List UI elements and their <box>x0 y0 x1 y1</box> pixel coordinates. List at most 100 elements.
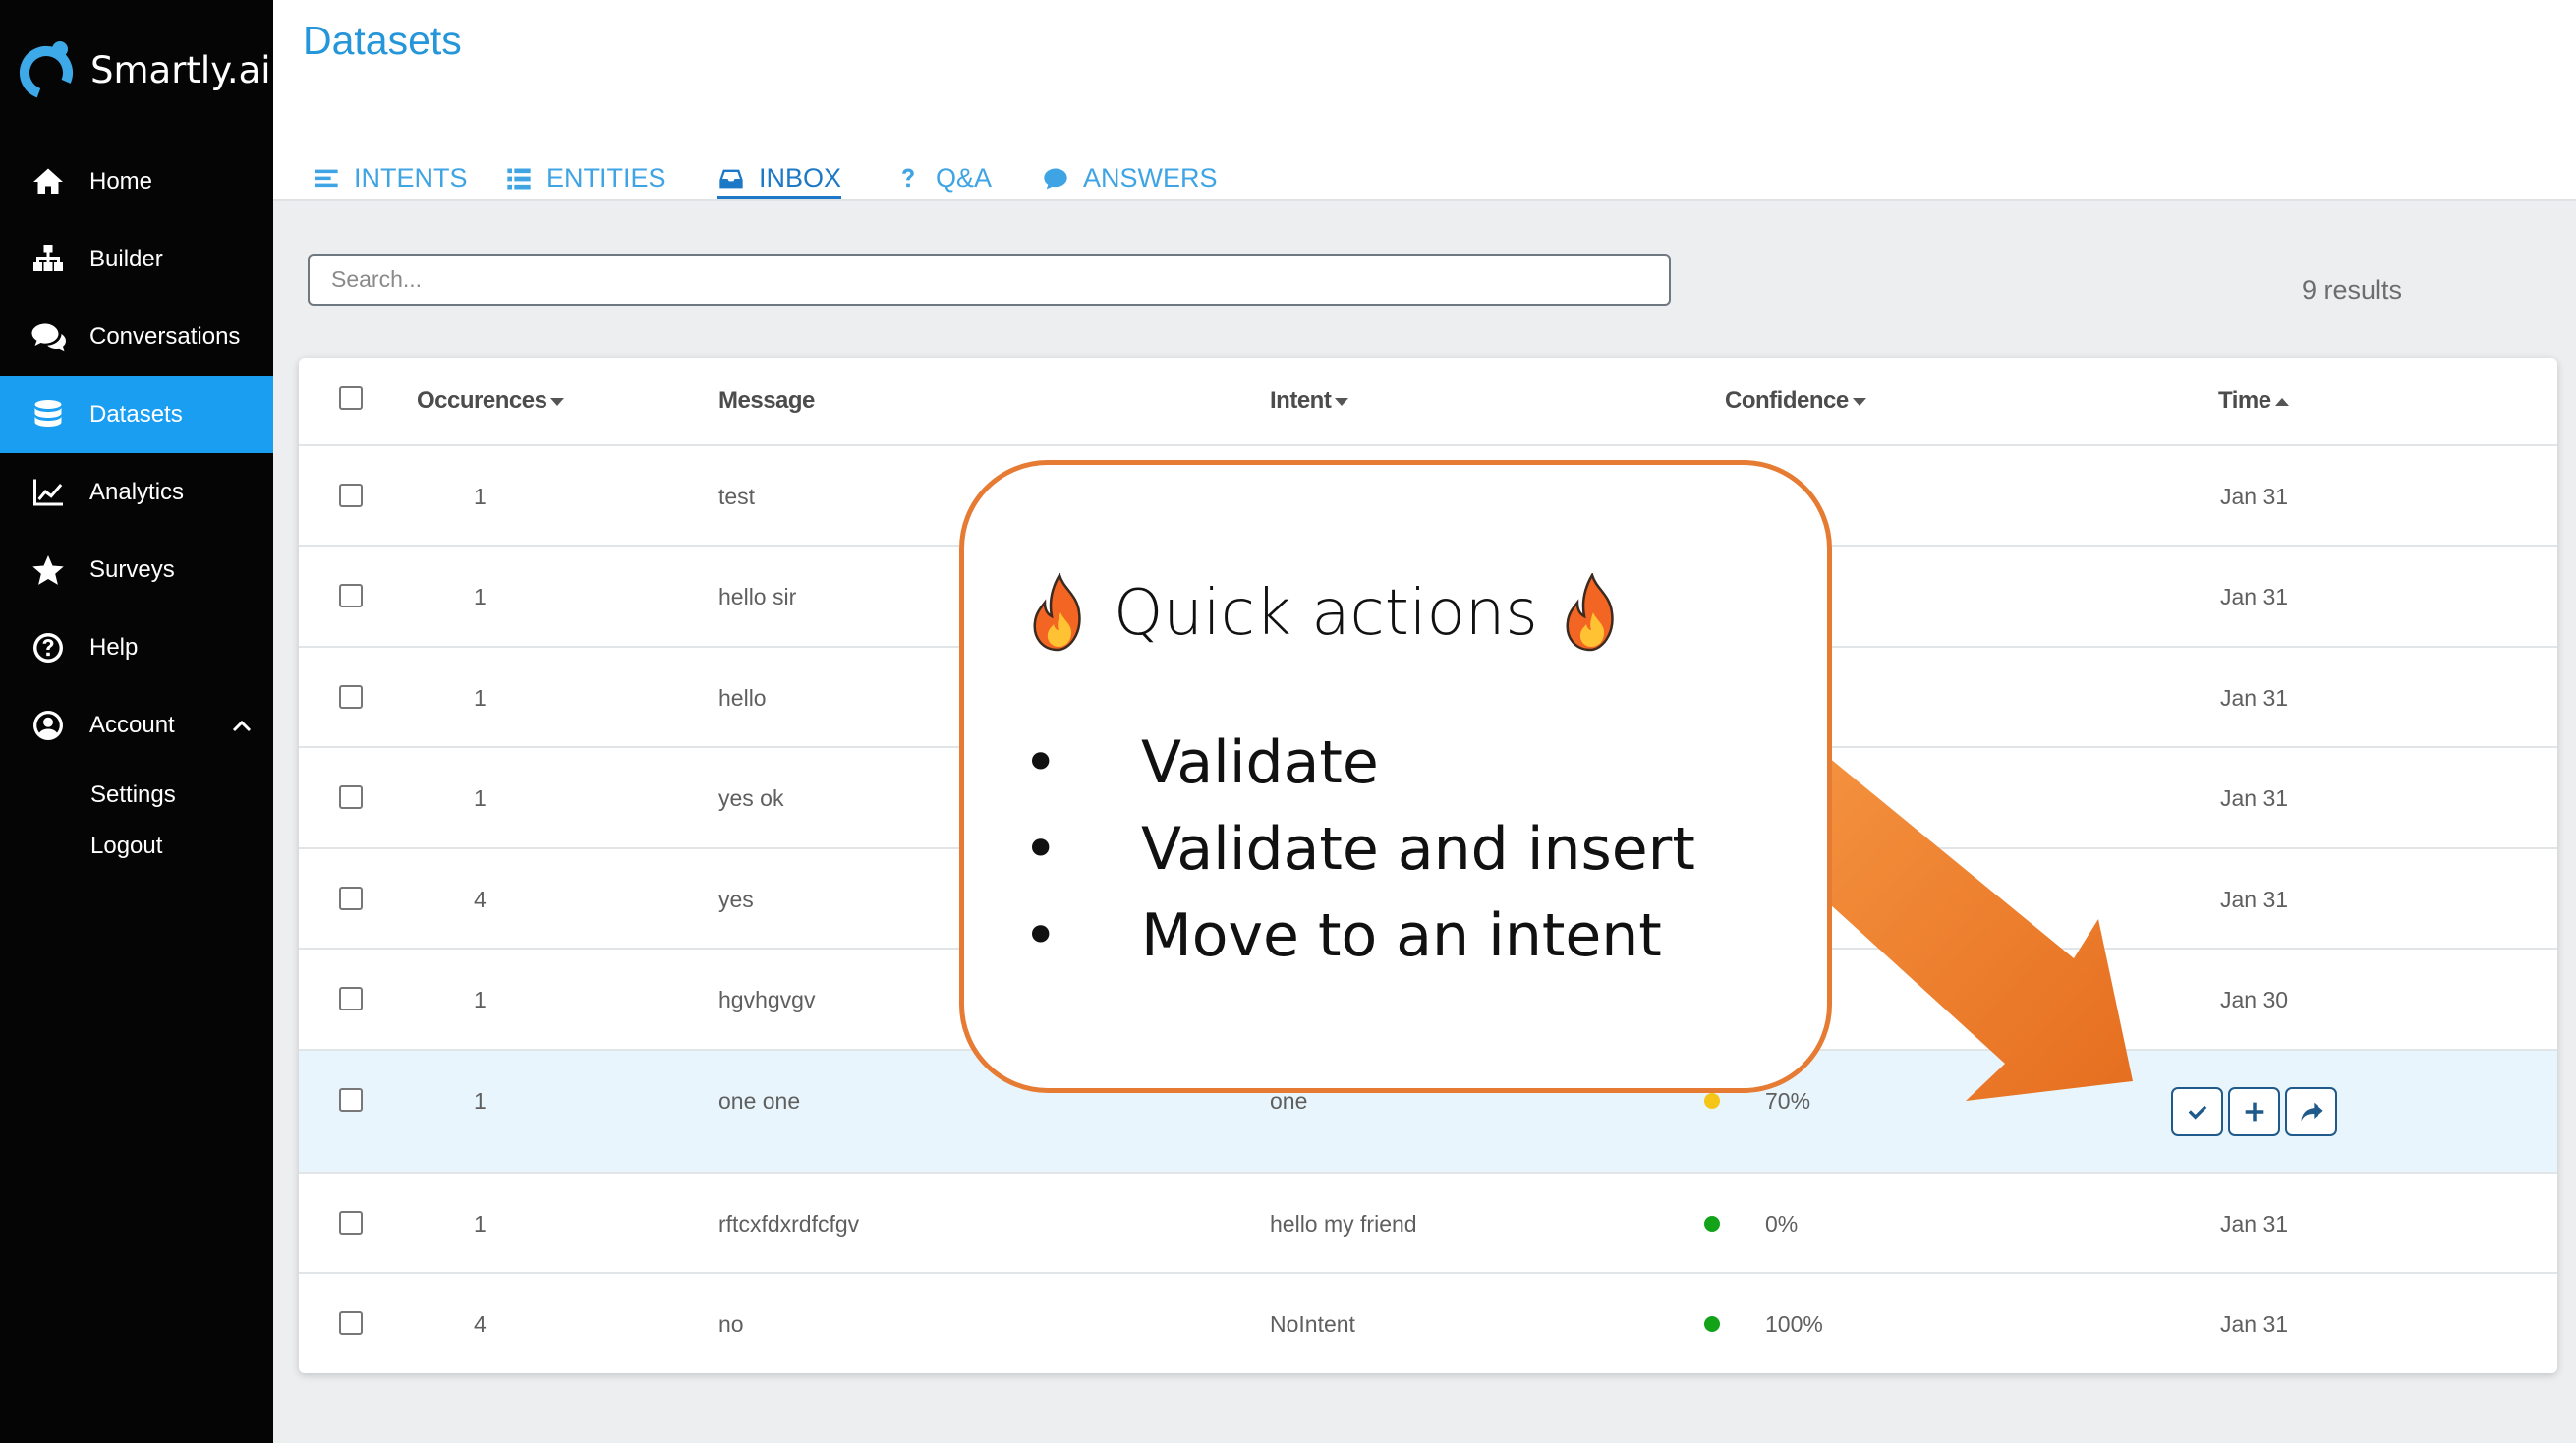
sidebar-item-label: Conversations <box>89 323 241 350</box>
row-checkbox[interactable] <box>339 484 363 507</box>
row-checkbox[interactable] <box>339 1211 363 1235</box>
row-checkbox[interactable] <box>339 1311 363 1335</box>
results-count: 9 results <box>2302 275 2403 305</box>
search-input[interactable] <box>308 254 1671 306</box>
cell-message: hgvhgvgv <box>718 987 816 1012</box>
cell-occurences: 1 <box>474 484 487 509</box>
bullet-text: Validate <box>1141 728 1379 797</box>
sidebar-subitem-settings[interactable]: Settings <box>90 781 176 809</box>
sitemap-icon <box>30 242 66 277</box>
cell-message: yes <box>718 887 754 912</box>
tab-qa[interactable]: Q&A <box>894 163 992 194</box>
quick-actions-callout: Quick actions • Validate • Validate and … <box>959 460 1832 1093</box>
move-to-intent-button[interactable] <box>2285 1087 2337 1136</box>
column-label: Occurences <box>417 387 547 414</box>
list-icon <box>507 168 531 189</box>
column-header-intent[interactable]: Intent <box>1270 387 1349 415</box>
app-name: Smartly.ai <box>90 48 271 91</box>
column-label: Confidence <box>1725 387 1849 414</box>
confidence-dot <box>1704 1093 1720 1109</box>
line-chart-icon <box>30 475 66 510</box>
comments-icon <box>30 319 66 355</box>
column-header-time[interactable]: Time <box>2218 387 2289 415</box>
sidebar-item-surveys[interactable]: Surveys <box>0 532 273 608</box>
sidebar-item-label: Builder <box>89 246 163 272</box>
tab-intents[interactable]: INTENTS <box>313 163 468 194</box>
fire-icon <box>1566 573 1614 652</box>
cell-time: Jan 31 <box>2220 685 2289 711</box>
cell-occurences: 1 <box>474 1088 487 1114</box>
callout-title: Quick actions <box>1027 573 1625 654</box>
sidebar-item-datasets[interactable]: Datasets <box>0 376 273 453</box>
annotation-arrow <box>1808 757 2133 1101</box>
row-checkbox[interactable] <box>339 1088 363 1112</box>
fire-icon <box>1033 573 1081 652</box>
sidebar-item-analytics[interactable]: Analytics <box>0 454 273 531</box>
table-row[interactable]: 4 no NoIntent 100% Jan 31 <box>299 1274 2557 1373</box>
tab-label: Q&A <box>936 163 993 193</box>
chevron-up-icon[interactable] <box>230 715 254 738</box>
row-checkbox[interactable] <box>339 887 363 910</box>
sidebar-item-account[interactable]: Account <box>0 687 273 764</box>
cell-occurences: 4 <box>474 1311 487 1337</box>
sidebar-item-label: Home <box>89 168 153 195</box>
page-header: Datasets INTENTS ENTITIES INBOX Q&A ANSW… <box>273 0 2576 201</box>
confidence-dot <box>1704 1316 1720 1332</box>
tab-inbox[interactable]: INBOX <box>717 163 842 199</box>
cell-message: no <box>718 1311 744 1337</box>
sidebar-item-label: Datasets <box>89 401 183 428</box>
cell-message: test <box>718 484 756 509</box>
tab-label: INBOX <box>759 163 842 193</box>
caret-down-icon <box>1335 397 1349 406</box>
column-label: Message <box>718 387 815 414</box>
sidebar: Smartly.ai Home Builder Conversations Da… <box>0 0 273 1443</box>
cell-intent[interactable]: NoIntent <box>1270 1311 1355 1338</box>
select-all-checkbox[interactable] <box>339 386 363 410</box>
cell-confidence: 100% <box>1765 1311 1823 1337</box>
sidebar-item-builder[interactable]: Builder <box>0 221 273 298</box>
sidebar-item-label: Account <box>89 712 175 738</box>
comment-icon <box>1044 168 1067 189</box>
column-label: Time <box>2218 387 2271 414</box>
check-icon <box>2188 1105 2206 1120</box>
cell-occurences: 1 <box>474 584 487 609</box>
tab-label: ANSWERS <box>1083 163 1218 193</box>
cell-time: Jan 31 <box>2220 887 2289 912</box>
sidebar-item-home[interactable]: Home <box>0 144 273 220</box>
sidebar-item-conversations[interactable]: Conversations <box>0 299 273 375</box>
tab-entities[interactable]: ENTITIES <box>505 163 666 194</box>
cell-occurences: 1 <box>474 987 487 1012</box>
tab-answers[interactable]: ANSWERS <box>1042 163 1218 194</box>
bullet-marker: • <box>1023 728 1059 797</box>
cell-confidence: 70% <box>1765 1088 1811 1114</box>
column-header-confidence[interactable]: Confidence <box>1725 387 1866 415</box>
sidebar-subitem-logout[interactable]: Logout <box>90 833 162 860</box>
caret-up-icon <box>2274 397 2289 406</box>
row-checkbox[interactable] <box>339 685 363 709</box>
sidebar-item-label: Help <box>89 634 139 661</box>
column-header-occurences[interactable]: Occurences <box>417 387 565 415</box>
row-checkbox[interactable] <box>339 584 363 607</box>
inbox-icon <box>719 169 743 188</box>
row-checkbox[interactable] <box>339 785 363 809</box>
star-icon <box>30 552 66 588</box>
plus-icon <box>2245 1102 2263 1122</box>
page-title: Datasets <box>303 18 462 63</box>
bullet-marker: • <box>1023 815 1059 884</box>
user-circle-icon <box>30 708 66 743</box>
validate-and-insert-button[interactable] <box>2228 1087 2280 1136</box>
tab-label: INTENTS <box>354 163 468 193</box>
cell-occurences: 1 <box>474 685 487 711</box>
caret-down-icon <box>1852 397 1866 406</box>
sidebar-item-help[interactable]: Help <box>0 609 273 686</box>
cell-intent[interactable]: hello my friend <box>1270 1211 1417 1238</box>
row-checkbox[interactable] <box>339 987 363 1010</box>
table-header-row: Occurences Message Intent Confidence Tim… <box>299 358 2557 446</box>
cell-message: one one <box>718 1088 801 1114</box>
logo[interactable]: Smartly.ai <box>14 37 271 102</box>
table-row[interactable]: 1 rftcxfdxrdfcfgv hello my friend 0% Jan… <box>299 1174 2557 1274</box>
database-icon <box>30 397 66 433</box>
cell-time: Jan 30 <box>2220 987 2289 1012</box>
smartly-logo-icon <box>19 41 73 99</box>
column-label: Intent <box>1270 387 1332 414</box>
